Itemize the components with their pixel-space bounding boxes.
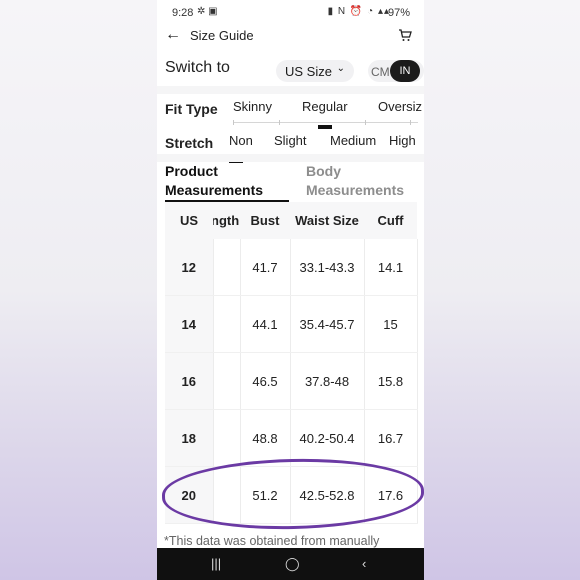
cell-bust: 41.7 [240,239,291,296]
fit-tick [410,120,411,125]
tab-product-measurements[interactable]: Product Measurements [165,162,285,200]
fit-stretch-block: Fit Type Skinny Regular Oversiz Stretch … [157,95,424,163]
header-us: US [165,202,213,239]
fit-type-selected-marker [318,125,332,129]
cart-icon[interactable] [398,28,412,42]
fit-option-skinny[interactable]: Skinny [233,99,272,114]
header-waist-size: Waist Size [290,202,364,239]
status-time: 9:28 [172,7,194,19]
table-row: 14 44.1 35.4-45.7 15 [165,295,418,353]
fit-tick [279,120,280,125]
system-nav-bar: ||| ◯ ‹ [157,548,424,580]
table-row: 18 48.8 40.2-50.4 16.7 [165,409,418,467]
cell-bust: 46.5 [240,352,291,410]
stretch-option-non[interactable]: Non [229,133,253,148]
tab-body-measurements[interactable]: Body Measurements [306,162,418,200]
cell-bust: 44.1 [240,295,291,353]
background-left [0,0,157,580]
back-nav-icon[interactable]: ‹ [362,556,366,571]
header-cuff: Cuff [364,202,417,239]
cell-length [213,352,241,410]
fit-type-track [233,122,418,123]
stretch-option-slight[interactable]: Slight [274,133,307,148]
page-title: Size Guide [190,28,254,43]
chevron-down-icon: ⌄ [336,63,345,74]
cell-us: 18 [165,409,214,467]
unit-in-option[interactable]: IN [390,60,420,82]
header-bust: Bust [240,202,290,239]
switch-row: Switch to US Size ⌄ CM IN [157,56,424,84]
cell-cuff: 15 [364,295,418,353]
cell-cuff: 14.1 [364,239,418,296]
data-footnote: *This data was obtained from manually [164,534,380,548]
cell-us: 16 [165,352,214,410]
system-icons: ▮ N ⏰ ◔ ▴▴ [327,6,390,17]
fit-tick [365,120,366,125]
header-length: Length [213,202,240,239]
cell-length [213,409,241,467]
back-arrow-icon[interactable]: ← [165,26,181,44]
size-system-dropdown[interactable]: US Size ⌄ [276,60,354,82]
cell-cuff: 16.7 [364,409,418,467]
table-header-row: US Length Bust Waist Size Cuff [165,202,417,239]
cell-bust: 48.8 [240,409,291,467]
switch-to-label: Switch to [165,59,230,76]
status-bar: 9:28 ✲ ▣ ▮ N ⏰ ◔ ▴▴ 97% [157,0,424,26]
stretch-option-medium[interactable]: Medium [330,133,376,148]
stretch-label: Stretch [165,135,214,151]
unit-toggle[interactable]: CM IN [368,60,424,82]
measurement-tabs: Product Measurements Body Measurements [157,162,424,202]
cell-length [213,295,241,353]
stretch-option-high[interactable]: High [389,133,416,148]
notification-icons: ✲ ▣ [197,6,218,17]
section-divider [157,86,424,94]
table-row: 12 41.7 33.1-43.3 14.1 [165,239,418,296]
battery-level: 97% [387,7,410,19]
cell-us: 14 [165,295,214,353]
cell-waist: 37.8-48 [290,352,365,410]
cell-cuff: 15.8 [364,352,418,410]
size-system-value: US Size [285,64,332,79]
section-divider [157,154,424,162]
recent-apps-icon[interactable]: ||| [211,556,221,571]
fit-option-regular[interactable]: Regular [302,99,348,114]
home-icon[interactable]: ◯ [285,556,300,572]
cell-length [213,239,241,296]
fit-type-label: Fit Type [165,101,218,117]
fit-option-oversized[interactable]: Oversiz [378,99,422,114]
cell-waist: 33.1-43.3 [290,239,365,296]
cell-us: 12 [165,239,214,296]
fit-tick [233,120,234,125]
unit-cm-option[interactable]: CM [371,65,390,79]
table-row: 16 46.5 37.8-48 15.8 [165,352,418,410]
app-bar: ← Size Guide [157,26,424,48]
background-right [424,0,580,580]
cell-waist: 35.4-45.7 [290,295,365,353]
